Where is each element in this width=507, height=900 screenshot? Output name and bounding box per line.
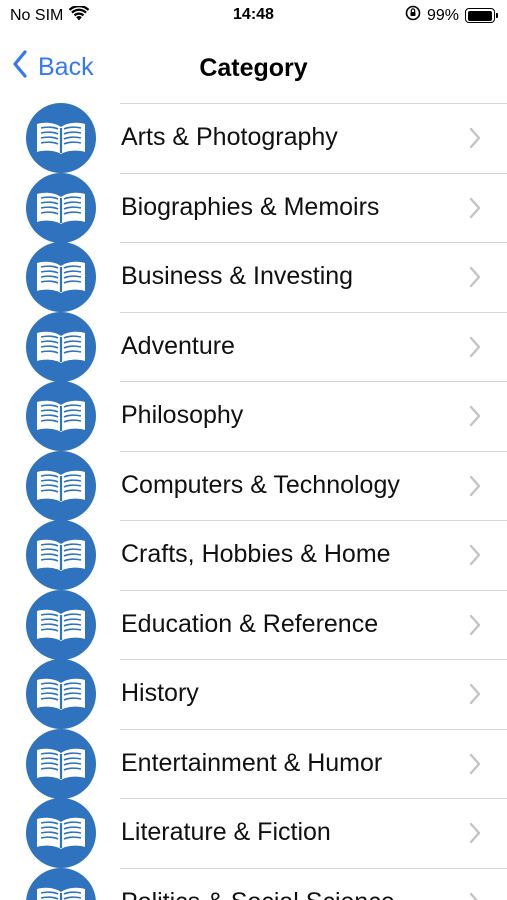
orientation-lock-icon <box>405 5 421 26</box>
list-item[interactable]: Politics & Social Science <box>0 867 507 900</box>
row-divider <box>120 103 507 104</box>
status-right: 99% <box>405 5 498 26</box>
category-label: Education & Reference <box>121 609 379 638</box>
page-title: Category <box>199 54 308 82</box>
category-label: History <box>121 679 199 707</box>
chevron-right-icon <box>469 753 481 780</box>
list-item[interactable]: Computers & Technology <box>0 450 507 521</box>
list-item[interactable]: Biographies & Memoirs <box>0 172 507 243</box>
chevron-right-icon <box>469 475 481 502</box>
row-divider <box>120 728 507 730</box>
category-label: Arts & Photography <box>121 123 338 151</box>
category-label: Adventure <box>121 331 235 360</box>
row-divider <box>120 450 507 452</box>
chevron-right-icon <box>469 127 481 154</box>
open-book-icon <box>26 450 96 521</box>
row-divider <box>120 381 507 382</box>
row-divider <box>120 798 507 799</box>
open-book-icon <box>26 172 96 243</box>
battery-fill <box>467 10 493 21</box>
chevron-right-icon <box>469 197 481 224</box>
chevron-right-icon <box>469 892 481 900</box>
open-book-icon <box>26 867 96 900</box>
row-divider <box>120 589 507 591</box>
open-book-icon <box>26 520 96 590</box>
row-divider <box>120 242 507 243</box>
chevron-right-icon <box>469 822 481 849</box>
open-book-icon <box>26 798 96 868</box>
category-label: Business & Investing <box>121 262 354 290</box>
category-label: Literature & Fiction <box>121 818 331 846</box>
list-item[interactable]: Education & Reference <box>0 589 507 660</box>
open-book-icon <box>26 242 96 312</box>
open-book-icon <box>26 103 96 173</box>
open-book-icon <box>26 381 96 451</box>
chevron-right-icon <box>469 336 481 363</box>
list-item[interactable]: Literature & Fiction <box>0 798 507 868</box>
category-label: Politics & Social Science <box>121 888 395 900</box>
list-item[interactable]: History <box>0 659 507 729</box>
chevron-right-icon <box>469 405 481 432</box>
chevron-right-icon <box>469 266 481 293</box>
category-label: Crafts, Hobbies & Home <box>121 540 391 568</box>
row-divider <box>120 520 507 521</box>
open-book-icon <box>26 311 96 382</box>
open-book-icon <box>26 659 96 729</box>
category-label: Philosophy <box>121 401 244 429</box>
category-label: Computers & Technology <box>121 470 400 499</box>
open-book-icon <box>26 728 96 799</box>
row-divider <box>120 311 507 313</box>
category-label: Biographies & Memoirs <box>121 192 380 221</box>
row-divider <box>120 172 507 174</box>
chevron-right-icon <box>469 544 481 571</box>
list-item[interactable]: Philosophy <box>0 381 507 451</box>
category-list: Arts & Photography Biographies & Memoirs B… <box>0 103 507 900</box>
status-bar: No SIM 14:48 99% <box>0 0 507 32</box>
list-item[interactable]: Business & Investing <box>0 242 507 312</box>
chevron-right-icon <box>469 614 481 641</box>
list-item[interactable]: Adventure <box>0 311 507 382</box>
battery-percent: 99% <box>426 6 459 24</box>
navigation-bar: Back Category <box>0 40 507 100</box>
chevron-right-icon <box>469 683 481 710</box>
list-item[interactable]: Arts & Photography <box>0 103 507 173</box>
list-item[interactable]: Crafts, Hobbies & Home <box>0 520 507 590</box>
row-divider <box>120 659 507 660</box>
battery-icon <box>465 8 498 23</box>
list-item[interactable]: Entertainment & Humor <box>0 728 507 799</box>
open-book-icon <box>26 589 96 660</box>
row-divider <box>120 867 507 869</box>
category-label: Entertainment & Humor <box>121 748 383 777</box>
